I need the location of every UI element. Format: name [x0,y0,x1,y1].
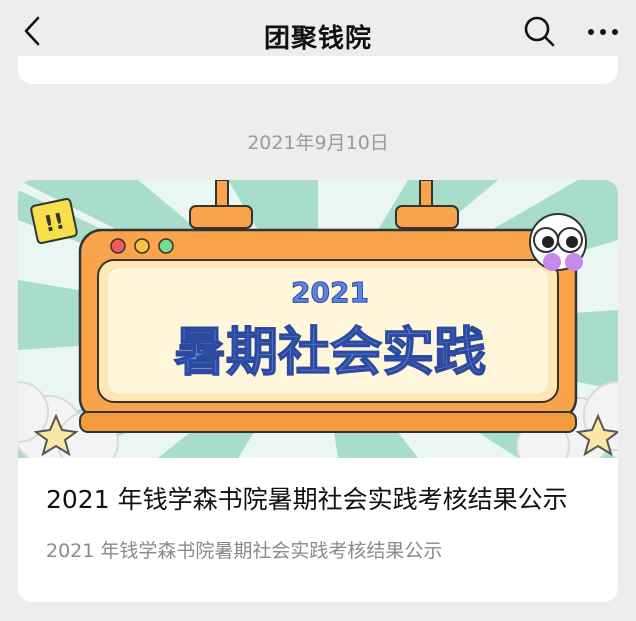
article-description: 2021 年钱学森书院暑期社会实践考核结果公示 [46,540,443,562]
article-card[interactable]: 2021 暑期社会实践 !! 2021 年钱学森书院暑期社会实践考核结果公示 2… [18,180,618,602]
article-title[interactable]: 2021 年钱学森书院暑期社会实践考核结果公示 [46,480,568,516]
more-icon[interactable] [586,18,620,46]
previous-message-card[interactable] [18,56,618,84]
message-date: 2021年9月10日 [247,132,389,154]
banner-title: 暑期社会实践 [174,323,486,383]
banner-year: 2021 [291,276,369,309]
article-cover-image: 2021 暑期社会实践 !! [18,180,618,458]
search-icon[interactable] [522,14,556,48]
